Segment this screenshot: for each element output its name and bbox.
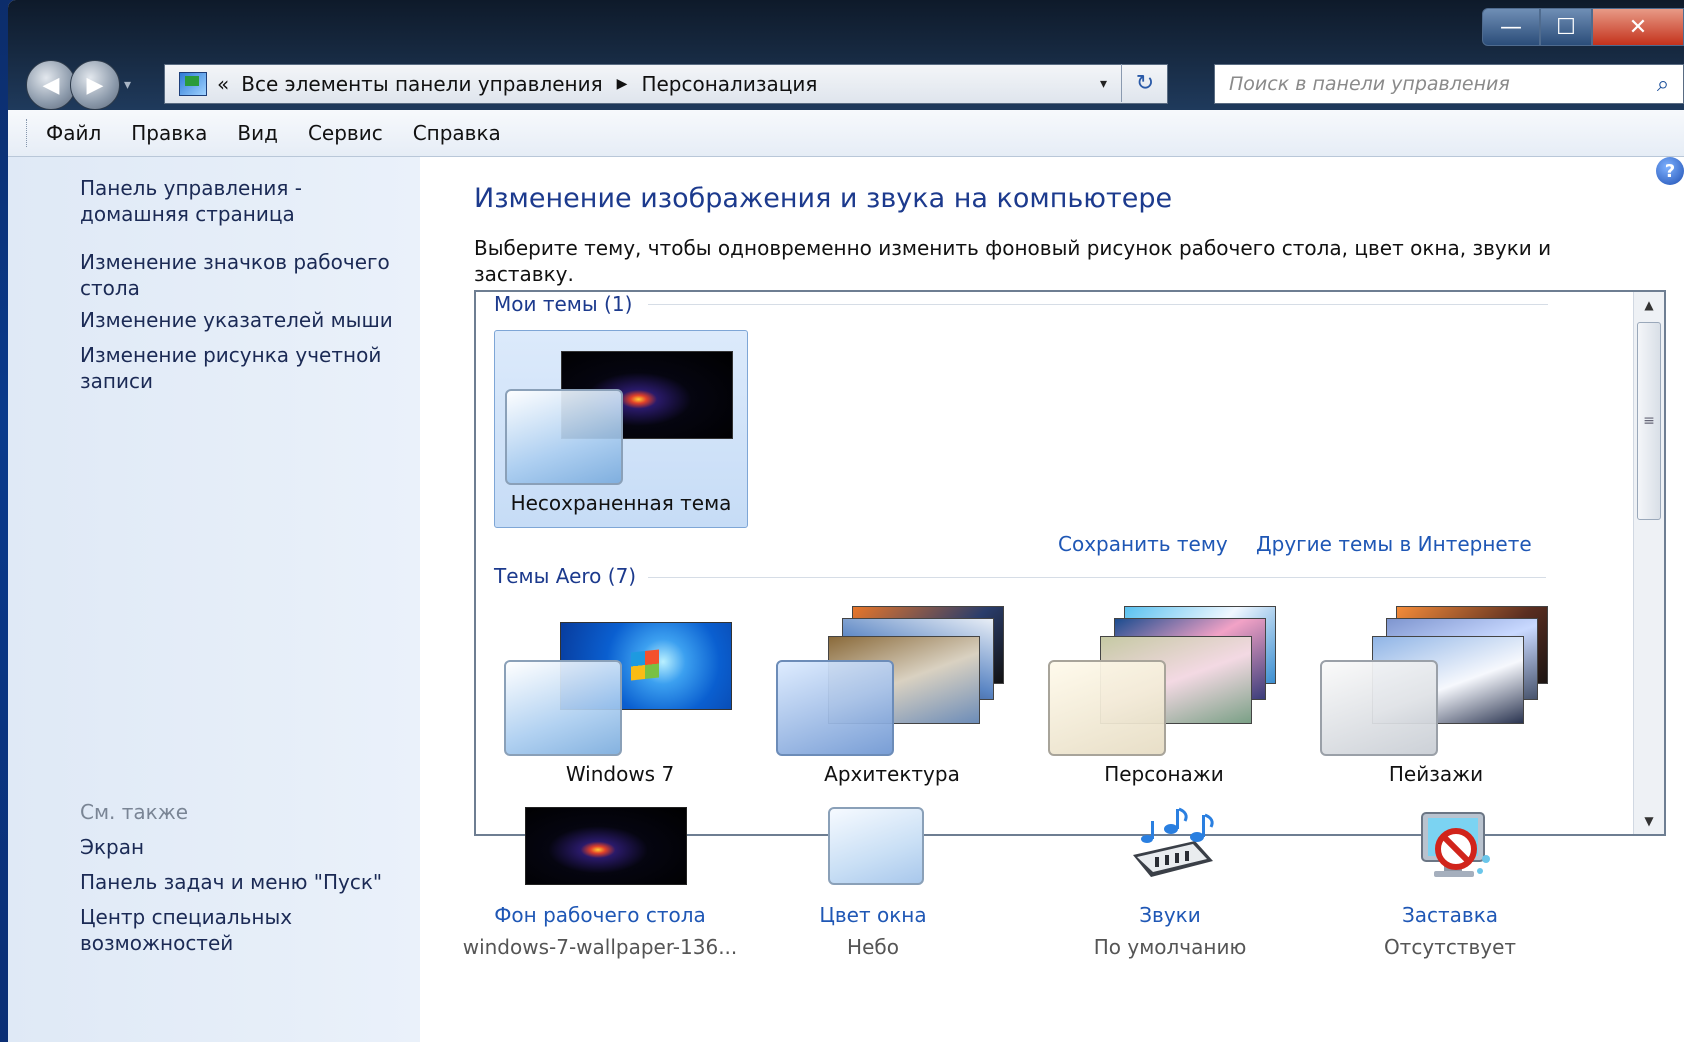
link-ease-of-access[interactable]: Центр специальных возможностей [80,904,410,956]
link-display[interactable]: Экран [80,834,410,860]
group-divider [648,304,1548,305]
theme-windows-7[interactable]: Windows 7 [494,602,746,798]
save-theme-link[interactable]: Сохранить тему [1058,532,1228,556]
screen-saver-value: Отсутствует [1383,935,1517,959]
sounds-value: По умолчанию [1093,935,1247,959]
link-change-desktop-icons[interactable]: Изменение значков рабочего стола [80,249,410,301]
breadcrumb-all-items[interactable]: Все элементы панели управления [241,72,602,96]
desktop-background-thumbnail [525,807,687,885]
scroll-up-button[interactable]: ▲ [1634,292,1664,318]
menu-help[interactable]: Справка [413,121,501,145]
help-icon[interactable]: ? [1656,157,1684,185]
theme-name: Windows 7 [565,762,675,786]
close-button[interactable]: ✕ [1592,8,1684,46]
address-overflow-chevron[interactable]: « [217,72,229,96]
menu-file[interactable]: Файл [46,121,101,145]
window-color-value: Небо [847,935,899,959]
theme-glass-preview [505,389,623,485]
sounds-icon [1133,807,1214,877]
recent-pages-dropdown[interactable]: ▾ [124,77,131,93]
theme-glass-preview [1320,660,1438,756]
scroll-grip-icon: ≡ [1643,413,1655,429]
theme-list-scrollbar[interactable]: ▲ ≡ ▼ [1633,292,1664,834]
desktop-background-label[interactable]: Фон рабочего стола [450,903,750,927]
theme-landscapes[interactable]: Пейзажи [1310,602,1562,798]
theme-list: Мои темы (1) Несохраненная тема Сохранит… [474,290,1666,836]
link-taskbar-start-menu[interactable]: Панель задач и меню "Пуск" [80,869,410,895]
scroll-down-button[interactable]: ▼ [1634,808,1664,834]
link-change-account-picture[interactable]: Изменение рисунка учетной записи [80,342,410,394]
desktop-background-value: windows-7-wallpaper-136... [462,935,738,959]
window-controls: — ☐ ✕ [1482,8,1684,46]
scroll-thumb[interactable]: ≡ [1637,322,1661,520]
sounds-label[interactable]: Звуки [1020,903,1320,927]
group-divider [646,577,1546,578]
control-panel-window: — ☐ ✕ ◀ ▶ ▾ « Все элементы панели управл… [8,0,1684,1042]
window-color-swatch [828,807,924,885]
title-bar: — ☐ ✕ ◀ ▶ ▾ « Все элементы панели управл… [8,0,1684,110]
theme-glass-preview [1048,660,1166,756]
menu-bar: Файл Правка Вид Сервис Справка [8,110,1684,157]
more-themes-online-link[interactable]: Другие темы в Интернете [1256,532,1532,556]
theme-name: Архитектура [824,762,960,786]
navigation-buttons: ◀ ▶ ▾ [26,60,131,110]
left-pane: Панель управления - домашняя страница Из… [8,157,420,1042]
menu-tools[interactable]: Сервис [308,121,383,145]
menu-edit[interactable]: Правка [131,121,207,145]
main-content: ? Изменение изображения и звука на компь… [420,157,1684,1042]
screen-saver-label[interactable]: Заставка [1300,903,1600,927]
window-color-label[interactable]: Цвет окна [723,903,1023,927]
theme-name: Несохраненная тема [510,491,732,515]
breadcrumb-personalization[interactable]: Персонализация [641,72,817,96]
link-control-panel-home[interactable]: Панель управления - домашняя страница [80,175,410,227]
page-description: Выберите тему, чтобы одновременно измени… [474,236,1552,286]
forward-button[interactable]: ▶ [70,60,120,110]
screen-saver-icon [1421,812,1490,877]
back-button[interactable]: ◀ [26,60,76,110]
page-title: Изменение изображения и звука на компьют… [474,183,1173,214]
see-also-heading: См. также [80,800,189,824]
theme-architecture[interactable]: Архитектура [766,602,1018,798]
control-panel-icon [179,72,207,96]
breadcrumb-separator-icon[interactable]: ▶ [617,76,628,92]
menu-grip [26,119,30,147]
my-themes-heading: Мои темы (1) [494,292,645,316]
theme-name: Пейзажи [1388,762,1484,786]
search-input[interactable] [1215,72,1643,96]
menu-view[interactable]: Вид [237,121,278,145]
maximize-button[interactable]: ☐ [1540,8,1592,46]
theme-glass-preview [504,660,622,756]
search-icon[interactable]: ⌕ [1643,72,1683,97]
link-change-mouse-pointers[interactable]: Изменение указателей мыши [80,307,410,333]
search-box[interactable]: ⌕ [1214,64,1684,104]
refresh-button[interactable]: ↻ [1121,64,1168,102]
theme-name: Персонажи [1104,762,1224,786]
address-bar[interactable]: « Все элементы панели управления ▶ Персо… [164,64,1168,104]
theme-characters[interactable]: Персонажи [1038,602,1290,798]
address-dropdown-icon[interactable]: ▾ [1100,76,1107,92]
aero-themes-heading: Темы Aero (7) [494,564,649,588]
minimize-button[interactable]: — [1482,8,1540,46]
theme-unsaved[interactable]: Несохраненная тема [494,330,748,528]
theme-glass-preview [776,660,894,756]
